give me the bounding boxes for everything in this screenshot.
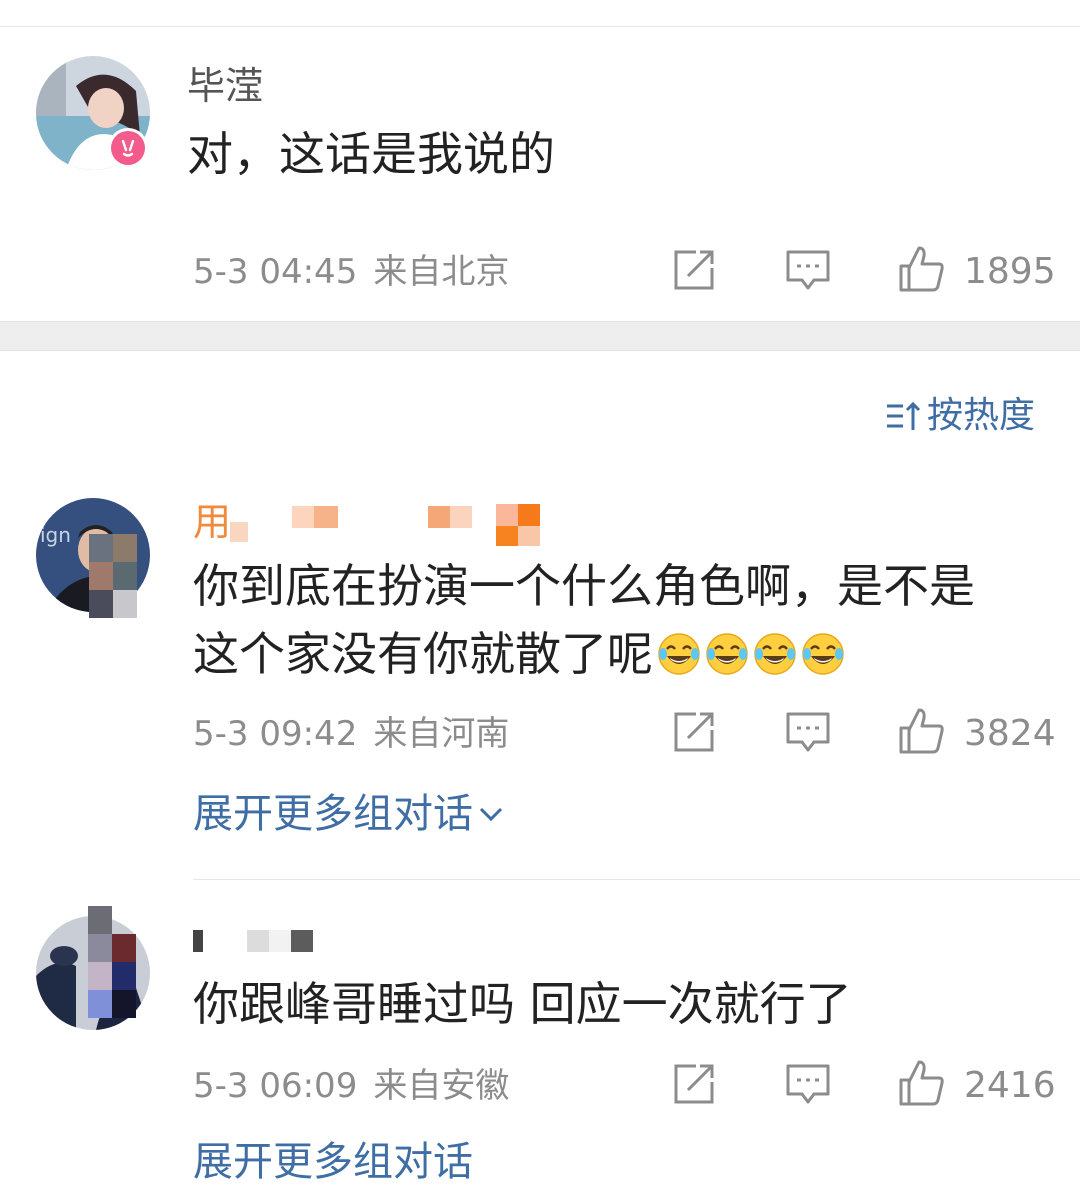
comment-source: 来自河南 xyxy=(373,714,510,754)
like-count: 3824 xyxy=(964,713,1056,754)
crying-laughing-emoji-icon xyxy=(705,626,749,675)
expand-conversation-link[interactable]: 展开更多组对话 xyxy=(193,1138,473,1186)
name-mosaic xyxy=(193,928,323,954)
crying-laughing-emoji-icon xyxy=(753,626,797,675)
comment-text-line-1: 你到底在扮演一个什么角色啊，是不是 xyxy=(193,559,975,613)
svg-text:ign: ign xyxy=(40,523,71,547)
comment-text-line-2: 这个家没有你就散了呢 xyxy=(193,620,845,688)
comment-text: 对，这话是我说的 xyxy=(187,127,555,181)
name-mosaic xyxy=(230,504,550,546)
like-icon[interactable] xyxy=(897,706,945,754)
crying-laughing-emoji-icon xyxy=(657,626,701,675)
comment-text-line-2-text: 这个家没有你就散了呢 xyxy=(193,627,653,681)
like-icon[interactable] xyxy=(897,244,945,292)
emoji-group xyxy=(653,627,845,681)
mosaic-blur xyxy=(88,906,136,1018)
comment-icon[interactable] xyxy=(784,246,832,294)
comment-date: 5-3 09:42 xyxy=(193,714,358,754)
comment-meta: 5-3 09:42 来自河南 xyxy=(193,714,509,754)
share-icon[interactable] xyxy=(670,246,718,294)
comment-source: 来自安徽 xyxy=(373,1066,510,1106)
mosaic-blur xyxy=(89,534,137,618)
like-count: 2416 xyxy=(964,1065,1056,1106)
comment-icon[interactable] xyxy=(784,708,832,756)
comment-author-name[interactable]: 用 xyxy=(193,500,231,544)
verified-badge xyxy=(108,128,148,168)
comment-divider xyxy=(193,879,1080,880)
share-icon[interactable] xyxy=(670,708,718,756)
comment-source: 来自北京 xyxy=(373,252,510,292)
comment-date: 5-3 06:09 xyxy=(193,1066,358,1106)
comment-icon[interactable] xyxy=(784,1060,832,1108)
sort-icon xyxy=(887,401,921,430)
comment-author-name[interactable]: 毕滢 xyxy=(187,64,263,108)
comment-date: 5-3 04:45 xyxy=(193,252,358,292)
badge-icon xyxy=(111,131,145,165)
like-icon[interactable] xyxy=(897,1058,945,1106)
chevron-down-icon xyxy=(479,807,503,822)
section-separator xyxy=(0,321,1080,351)
expand-conversation-link[interactable]: 展开更多组对话 xyxy=(193,790,505,838)
sort-by-hot-button[interactable]: 按热度 xyxy=(885,396,1035,436)
sort-label: 按热度 xyxy=(927,395,1036,436)
expand-conversation-label: 展开更多组对话 xyxy=(193,791,473,837)
crying-laughing-emoji-icon xyxy=(801,626,845,675)
comment-text: 你跟峰哥睡过吗 回应一次就行了 xyxy=(193,977,852,1031)
comment-meta: 5-3 06:09 来自安徽 xyxy=(193,1066,509,1106)
like-count: 1895 xyxy=(964,251,1056,292)
top-divider xyxy=(0,26,1080,27)
share-icon[interactable] xyxy=(670,1060,718,1108)
comment-meta: 5-3 04:45 来自北京 xyxy=(193,252,509,292)
